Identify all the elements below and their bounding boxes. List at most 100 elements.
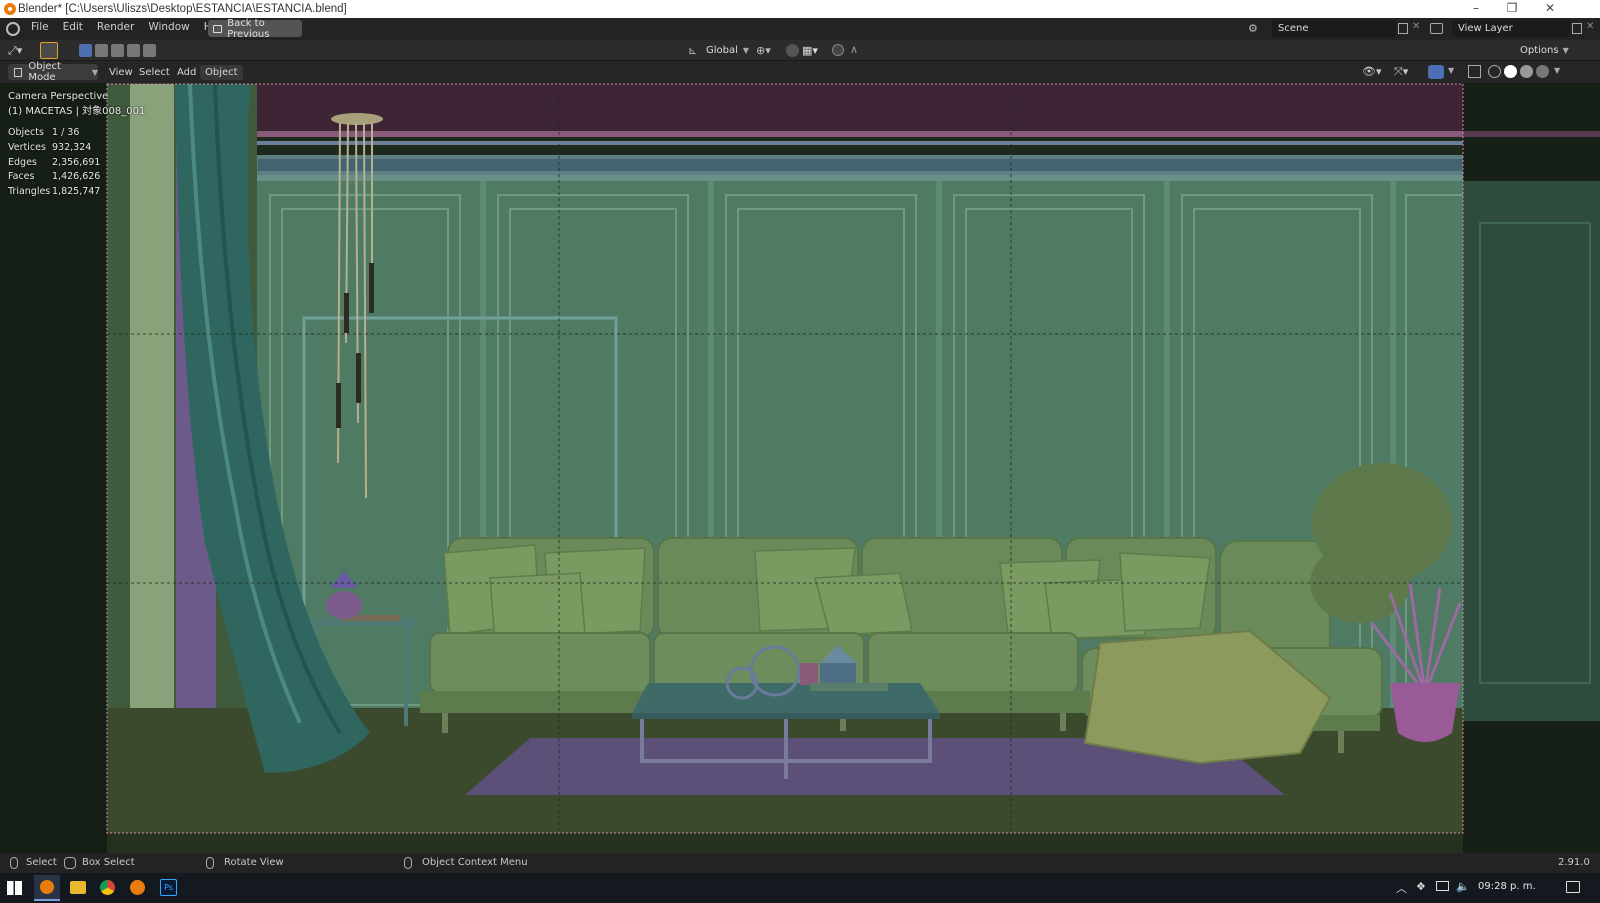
overlays-icon[interactable] <box>1428 65 1444 79</box>
scene-render <box>0 83 1600 853</box>
3d-viewport[interactable]: Camera Perspective (1) MACETAS | 対象008_0… <box>0 83 1600 853</box>
top-menu-bar: File Edit Render Window Help Back to Pre… <box>0 18 1600 40</box>
options-label: Options <box>1520 45 1559 56</box>
shading-material-icon[interactable] <box>1520 65 1533 78</box>
falloff-icon[interactable]: ∧ <box>850 43 858 56</box>
view-name: Camera Perspective <box>8 91 109 102</box>
viewport-overlay-text: Camera Perspective (1) MACETAS | 対象008_0… <box>8 89 145 119</box>
stat-row: Objects 1 / 36 <box>8 126 100 141</box>
stat-row: Faces 1,426,626 <box>8 170 100 185</box>
view-layer-icon[interactable] <box>1430 23 1443 34</box>
close-button[interactable]: ✕ <box>1532 0 1568 18</box>
status-select: Select <box>26 857 57 868</box>
photoshop-icon[interactable]: Ps <box>160 879 177 896</box>
window-title-bar: Blender* [C:\Users\Uliszs\Desktop\ESTANC… <box>0 0 1600 18</box>
blender-taskbar-icon[interactable] <box>34 875 60 901</box>
back-to-previous-label: Back to Previous <box>227 17 270 40</box>
stat-label: Triangles <box>8 186 51 198</box>
mouse-drag-icon <box>64 857 76 869</box>
notifications-icon[interactable] <box>1566 881 1580 893</box>
viewport-header: Object Mode ▼ View Select Add Object 👁▾ … <box>0 61 1600 83</box>
object-mode-label: Object Mode <box>28 61 61 83</box>
blender-menu-icon[interactable] <box>6 22 20 36</box>
stat-row: Edges 2,356,691 <box>8 156 100 171</box>
viewport-menu-select[interactable]: Select <box>134 65 175 80</box>
visibility-icon[interactable]: 👁▾ <box>1362 65 1382 78</box>
viewport-menu-view[interactable]: View <box>104 65 138 80</box>
stat-value: 1 / 36 <box>52 127 80 138</box>
mode-intersect-icon[interactable] <box>143 44 156 57</box>
transform-orientation-dropdown[interactable]: Global ▼ <box>700 42 749 59</box>
file-explorer-icon[interactable] <box>70 881 86 894</box>
active-object-name: (1) MACETAS | 対象008_001 <box>8 106 146 117</box>
mouse-middle-icon <box>206 857 214 869</box>
back-icon <box>213 24 223 33</box>
stat-value: 1,825,747 <box>52 186 101 198</box>
clock[interactable]: 09:28 p. m. <box>1478 881 1536 892</box>
object-mode-icon <box>14 67 23 77</box>
snap-toggle-icon[interactable] <box>786 44 799 57</box>
view-layer-label: View Layer <box>1458 23 1513 34</box>
tool-header: ⤢▾ ⊾ Global ▼ ⊕▾ ▦▾ ∧ Options ▼ <box>0 40 1600 61</box>
remove-view-layer-icon[interactable]: ✕ <box>1586 21 1594 32</box>
menu-edit[interactable]: Edit <box>56 21 90 33</box>
stat-label: Edges <box>8 156 37 168</box>
mode-subtract-icon[interactable] <box>111 44 124 57</box>
mode-new-icon[interactable] <box>79 44 92 57</box>
new-view-layer-icon[interactable] <box>1572 23 1582 34</box>
chrome-icon[interactable] <box>100 880 115 895</box>
mouse-right-icon <box>404 857 412 869</box>
stat-value: 932,324 <box>52 141 92 153</box>
chevron-down-icon: ▼ <box>1562 46 1569 55</box>
mouse-left-icon <box>10 857 18 869</box>
blender-logo-icon <box>4 3 16 15</box>
chevron-down-icon[interactable]: ▼ <box>1554 66 1560 75</box>
status-box-select: Box Select <box>82 857 135 868</box>
stat-row: Triangles 1,825,747 <box>8 185 100 200</box>
xray-icon[interactable] <box>1468 65 1481 78</box>
remove-scene-icon[interactable]: ✕ <box>1412 21 1420 32</box>
windows-start-icon[interactable] <box>7 881 22 895</box>
new-scene-icon[interactable] <box>1398 23 1408 34</box>
mode-extend-icon[interactable] <box>95 44 108 57</box>
menu-file[interactable]: File <box>24 21 56 33</box>
window-title: Blender* [C:\Users\Uliszs\Desktop\ESTANC… <box>18 3 347 15</box>
blender-version: 2.91.0 <box>1558 857 1590 868</box>
volume-icon[interactable]: 🔈 <box>1456 880 1470 893</box>
scene-icon[interactable]: ⚙ <box>1248 22 1268 36</box>
tray-chevron-icon[interactable]: ︿ <box>1396 880 1407 896</box>
restore-button[interactable]: ❐ <box>1494 0 1530 18</box>
shading-rendered-icon[interactable] <box>1536 65 1549 78</box>
shading-solid-icon[interactable] <box>1504 65 1517 78</box>
blender-launcher-icon[interactable] <box>130 880 145 895</box>
chevron-down-icon[interactable]: ▼ <box>1448 66 1454 75</box>
options-dropdown[interactable]: Options ▼ <box>1514 42 1569 59</box>
select-tool-icon[interactable] <box>40 42 58 59</box>
network-icon[interactable] <box>1436 881 1449 891</box>
camera-frame-content <box>107 83 1467 853</box>
pivot-point-icon[interactable]: ⊕▾ <box>756 44 771 57</box>
view-layer-field[interactable]: View Layer <box>1452 20 1570 37</box>
status-context-menu: Object Context Menu <box>422 857 528 868</box>
proportional-edit-icon[interactable] <box>832 44 844 56</box>
back-to-previous-button[interactable]: Back to Previous <box>208 17 302 40</box>
scene-name-label: Scene <box>1278 23 1309 34</box>
gizmo-icon[interactable]: ⤧▾ <box>1394 65 1408 79</box>
stat-label: Faces <box>8 171 35 183</box>
snap-target-icon[interactable]: ▦▾ <box>802 44 818 57</box>
shading-wireframe-icon[interactable] <box>1488 65 1501 78</box>
stat-row: Vertices 932,324 <box>8 141 100 156</box>
windows-taskbar: Ps ︿ ❖ 🔈 09:28 p. m. <box>0 873 1600 903</box>
scene-statistics: Objects 1 / 36 Vertices 932,324 Edges 2,356… <box>8 126 100 200</box>
menu-render[interactable]: Render <box>90 21 141 33</box>
transform-orientation-icon: ⊾ <box>688 44 698 57</box>
viewport-menu-object[interactable]: Object <box>200 65 243 80</box>
mode-invert-icon[interactable] <box>127 44 140 57</box>
editor-type-icon[interactable]: ⤢▾ <box>8 44 30 57</box>
minimize-button[interactable]: – <box>1458 0 1494 18</box>
viewport-menu-add[interactable]: Add <box>172 65 201 80</box>
scene-name-field[interactable]: Scene <box>1272 20 1396 37</box>
object-mode-dropdown[interactable]: Object Mode ▼ <box>8 61 98 83</box>
dropbox-icon[interactable]: ❖ <box>1416 880 1426 893</box>
menu-window[interactable]: Window <box>141 21 196 33</box>
